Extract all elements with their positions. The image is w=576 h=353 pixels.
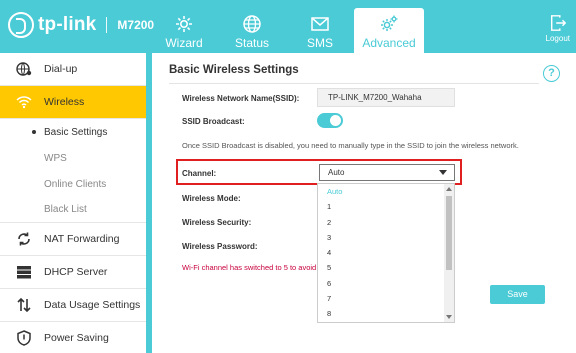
chevron-down-icon <box>439 170 447 175</box>
sidebar-item-label: Data Usage Settings <box>44 299 141 311</box>
tab-advanced-label: Advanced <box>362 36 416 50</box>
sidebar-subitem-wps[interactable]: WPS <box>0 145 146 171</box>
logout-label: Logout <box>545 34 570 43</box>
channel-warning: Wi-Fi channel has switched to 5 to avoid… <box>182 263 325 272</box>
tp-link-logo-icon <box>8 12 34 38</box>
scroll-up-arrow-icon[interactable] <box>446 187 452 191</box>
sidebar-item-label: DHCP Server <box>44 266 108 278</box>
sidebar-item-power-saving[interactable]: Power Saving <box>0 322 146 353</box>
brand-name: tp-link <box>38 14 97 35</box>
shield-icon <box>16 330 32 346</box>
active-dot <box>32 130 36 134</box>
server-icon <box>16 264 32 280</box>
cycle-icon <box>16 231 32 247</box>
logout-icon <box>550 15 566 31</box>
sidebar-item-label: Dial-up <box>44 63 78 75</box>
ssid-field[interactable]: TP-LINK_M7200_Wahaha <box>317 88 455 107</box>
sidebar-item-dhcp-server[interactable]: DHCP Server <box>0 256 146 289</box>
channel-option[interactable]: Auto <box>318 184 454 199</box>
channel-value: Auto <box>328 168 345 177</box>
broadcast-note: Once SSID Broadcast is disabled, you nee… <box>182 141 519 150</box>
tab-sms[interactable]: SMS <box>286 8 354 53</box>
wireless-password-label: Wireless Password: <box>182 242 258 251</box>
globe-icon <box>243 15 261 33</box>
sidebar-item-nat-forwarding[interactable]: NAT Forwarding <box>0 223 146 256</box>
channel-option[interactable]: 6 <box>318 276 454 291</box>
dropdown-scrollbar[interactable] <box>444 184 454 322</box>
model-name: M7200 <box>117 18 155 32</box>
scrollbar-thumb[interactable] <box>446 196 452 270</box>
channel-option[interactable]: 5 <box>318 260 454 275</box>
sidebar-subitem-label: WPS <box>44 152 67 164</box>
channel-label: Channel: <box>182 169 217 178</box>
tab-status[interactable]: Status <box>218 8 286 53</box>
tab-wizard-label: Wizard <box>165 36 203 50</box>
tab-status-label: Status <box>234 36 270 50</box>
scroll-down-arrow-icon[interactable] <box>446 315 452 319</box>
globe-settings-icon <box>16 61 32 77</box>
logout-button[interactable]: Logout <box>546 14 570 43</box>
channel-option[interactable]: 2 <box>318 215 454 230</box>
gears-icon <box>381 15 398 31</box>
sidebar-subitem-black-list[interactable]: Black List <box>0 197 146 223</box>
channel-dropdown-list: Auto 1 2 3 4 5 6 7 8 <box>317 183 455 323</box>
tab-advanced[interactable]: Advanced <box>354 8 424 53</box>
channel-option[interactable]: 1 <box>318 199 454 214</box>
save-button[interactable]: Save <box>490 285 545 304</box>
channel-option[interactable]: 8 <box>318 306 454 321</box>
channel-select[interactable]: Auto <box>319 164 455 181</box>
ssid-broadcast-toggle[interactable] <box>317 113 343 128</box>
wifi-icon <box>16 94 32 110</box>
sidebar-item-label: Power Saving <box>44 332 109 344</box>
channel-option[interactable]: 7 <box>318 291 454 306</box>
sidebar-item-wireless[interactable]: Wireless <box>0 86 146 119</box>
sidebar-item-dial-up[interactable]: Dial-up <box>0 53 146 86</box>
page-title: Basic Wireless Settings <box>169 64 299 76</box>
sidebar-item-label: Wireless <box>44 96 85 108</box>
sidebar: Dial-up Wireless Basic Settings WPS Onli… <box>0 53 146 353</box>
gear-icon <box>176 16 192 32</box>
header: tp-link M7200 Wizard Status SMS Advanced… <box>0 0 576 53</box>
updown-arrows-icon <box>16 297 32 313</box>
divider <box>169 83 539 84</box>
main-panel: Basic Wireless Settings ? Wireless Netwo… <box>152 53 576 353</box>
sidebar-item-label: NAT Forwarding <box>44 233 120 245</box>
sidebar-subitem-label: Basic Settings <box>44 126 108 138</box>
top-nav: Wizard Status SMS Advanced <box>150 8 424 53</box>
ssid-label: Wireless Network Name(SSID): <box>182 94 300 103</box>
sidebar-subitem-label: Black List <box>44 204 87 215</box>
logo-divider <box>106 17 108 33</box>
wireless-security-label: Wireless Security: <box>182 218 252 227</box>
channel-option[interactable]: 4 <box>318 245 454 260</box>
tab-wizard[interactable]: Wizard <box>150 8 218 53</box>
wireless-mode-label: Wireless Mode: <box>182 194 241 203</box>
envelope-icon <box>311 17 329 31</box>
sidebar-subitem-online-clients[interactable]: Online Clients <box>0 171 146 197</box>
sidebar-item-data-usage-settings[interactable]: Data Usage Settings <box>0 289 146 322</box>
sidebar-subitem-label: Online Clients <box>44 178 107 190</box>
help-icon[interactable]: ? <box>543 65 560 82</box>
tp-link-logo: tp-link M7200 <box>8 12 154 38</box>
channel-option[interactable]: 3 <box>318 230 454 245</box>
tab-sms-label: SMS <box>306 36 333 50</box>
sidebar-subitem-basic-settings[interactable]: Basic Settings <box>0 119 146 145</box>
ssid-broadcast-label: SSID Broadcast: <box>182 117 245 126</box>
